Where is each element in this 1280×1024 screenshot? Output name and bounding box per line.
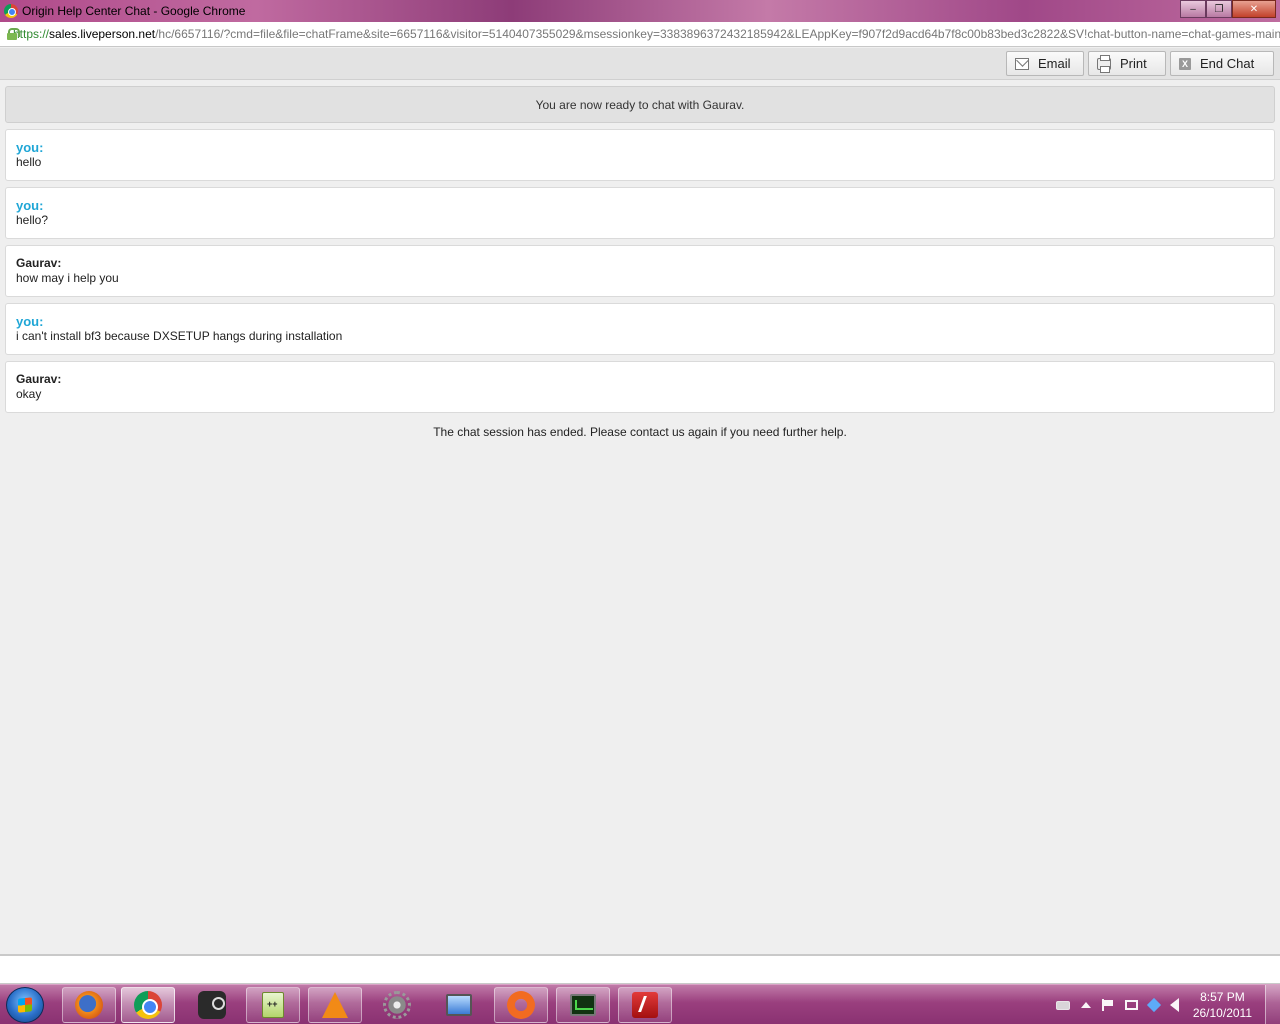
notepad-plus-plus-icon — [262, 992, 284, 1018]
message-text: hello — [16, 155, 42, 169]
task-manager-icon — [570, 994, 596, 1016]
taskbar-app-settings[interactable] — [370, 987, 424, 1023]
email-button[interactable]: Email — [1006, 51, 1084, 76]
taskbar-app-chrome[interactable] — [121, 987, 175, 1023]
minimize-button[interactable]: ‒ — [1180, 0, 1206, 18]
show-hidden-icons-icon[interactable] — [1080, 1002, 1091, 1008]
system-banner: You are now ready to chat with Gaurav. — [5, 86, 1275, 123]
message-sender: Gaurav: — [16, 256, 62, 270]
window-titlebar[interactable]: Origin Help Center Chat - Google Chrome … — [0, 0, 1280, 22]
chat-transcript[interactable]: You are now ready to chat with Gaurav. y… — [5, 86, 1275, 439]
system-clock[interactable]: 8:57 PM 26/10/2011 — [1193, 989, 1252, 1021]
print-button[interactable]: Print — [1088, 51, 1166, 76]
chat-message: you: i can't install bf3 because DXSETUP… — [5, 303, 1275, 355]
taskbar-app-flash[interactable] — [618, 987, 672, 1023]
taskbar-app-firefox[interactable] — [62, 987, 116, 1023]
maximize-button[interactable]: ❐ — [1206, 0, 1232, 18]
window-title: Origin Help Center Chat - Google Chrome — [22, 4, 246, 18]
clock-date: 26/10/2011 — [1192, 1006, 1252, 1020]
url-host: sales.liveperson.net — [49, 27, 156, 41]
vlc-icon — [322, 992, 348, 1018]
chrome-icon — [4, 4, 18, 18]
taskbar-app-steam[interactable] — [185, 987, 239, 1023]
speaker-icon[interactable] — [1169, 998, 1179, 1012]
message-text: how may i help you — [16, 271, 119, 285]
chat-message: Gaurav: how may i help you — [5, 245, 1275, 297]
taskbar-app-monitor[interactable] — [432, 987, 486, 1023]
show-desktop-button[interactable] — [1265, 985, 1280, 1024]
session-ended-notice: The chat session has ended. Please conta… — [433, 425, 847, 439]
monitor-icon — [446, 994, 472, 1016]
url-path: /hc/6657116/?cmd=file&file=chatFrame&sit… — [155, 27, 1280, 41]
message-sender: Gaurav: — [16, 372, 62, 386]
message-sender: you: — [16, 314, 44, 329]
keyboard-icon[interactable] — [1055, 1000, 1070, 1010]
chat-toolbar: Email Print X End Chat — [0, 48, 1280, 80]
message-text: okay — [16, 387, 42, 401]
close-button[interactable]: ✕ — [1232, 0, 1276, 18]
gear-icon — [383, 991, 411, 1019]
taskbar-app-origin[interactable] — [494, 987, 548, 1023]
clock-time: 8:57 PM — [1200, 990, 1245, 1004]
taskbar: 8:57 PM 26/10/2011 — [0, 984, 1280, 1024]
action-center-flag-icon[interactable] — [1101, 999, 1114, 1011]
message-text: i can't install bf3 because DXSETUP hang… — [16, 329, 343, 343]
flash-icon — [632, 992, 658, 1018]
network-icon[interactable] — [1124, 1000, 1138, 1010]
email-button-label: Email — [1038, 56, 1071, 71]
chrome-icon — [134, 991, 162, 1019]
message-sender: you: — [16, 198, 44, 213]
taskbar-app-vlc[interactable] — [308, 987, 362, 1023]
end-chat-button[interactable]: X End Chat — [1170, 51, 1274, 76]
printer-icon — [1097, 54, 1111, 73]
message-input[interactable] — [0, 954, 1280, 984]
address-bar[interactable]: https:// sales.liveperson.net /hc/665711… — [0, 22, 1280, 47]
close-x-icon: X — [1179, 57, 1191, 70]
chat-message: you: hello — [5, 129, 1275, 181]
message-sender: you: — [16, 140, 44, 155]
origin-icon — [507, 991, 535, 1019]
dropbox-icon[interactable] — [1146, 997, 1161, 1013]
taskbar-app-notepad[interactable] — [246, 987, 300, 1023]
end-chat-button-label: End Chat — [1200, 56, 1255, 71]
chat-message: you: hello? — [5, 187, 1275, 239]
message-text: hello? — [16, 213, 49, 227]
print-button-label: Print — [1120, 56, 1147, 71]
chat-message: Gaurav: okay — [5, 361, 1275, 413]
taskbar-app-task-manager[interactable] — [556, 987, 610, 1023]
window-controls: ‒ ❐ ✕ — [1180, 0, 1276, 18]
firefox-icon — [75, 991, 103, 1019]
mail-icon — [1015, 57, 1029, 70]
steam-icon — [198, 991, 226, 1019]
start-button[interactable] — [6, 987, 44, 1023]
system-tray: 8:57 PM 26/10/2011 — [1045, 985, 1252, 1024]
